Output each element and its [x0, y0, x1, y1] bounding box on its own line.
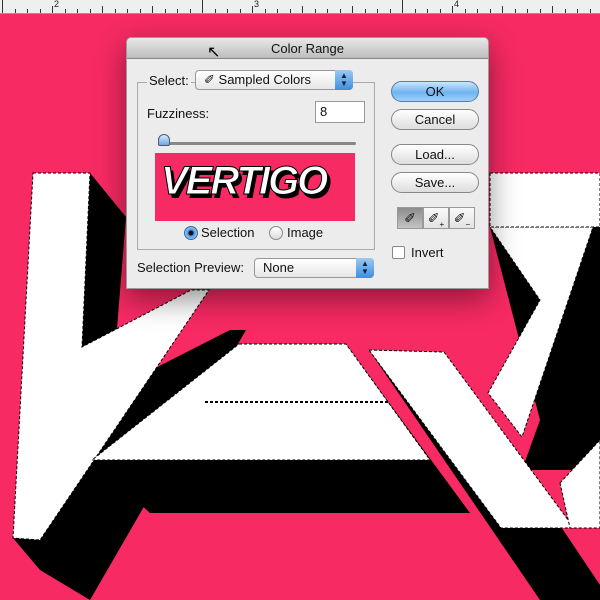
ruler-tick: [152, 6, 153, 13]
ruler-tick: [52, 6, 53, 13]
selection-preview-image: VERTIGO: [155, 153, 355, 221]
mouse-cursor-icon: ↖: [207, 44, 221, 61]
ruler-tick: [477, 9, 478, 13]
ruler-tick: [252, 6, 253, 13]
ruler-tick: [589, 9, 591, 13]
popup-arrows-icon: ▲ ▼: [335, 70, 353, 90]
fuzziness-slider-track[interactable]: [159, 142, 356, 145]
selection-preview-popup[interactable]: None ▲ ▼: [254, 258, 374, 278]
ruler-tick: [239, 9, 241, 13]
select-value: Sampled Colors: [218, 72, 312, 87]
eyedropper-icon: ✐: [204, 72, 215, 87]
ruler-tick: [189, 9, 191, 13]
ruler-tick: [89, 9, 91, 13]
add-to-sample-button[interactable]: ✐+: [423, 207, 449, 229]
ruler-tick: [314, 9, 316, 13]
ruler-tick: [2, 0, 3, 13]
radio-image[interactable]: [269, 226, 283, 240]
ruler-tick: [489, 9, 491, 13]
ruler-tick: [402, 0, 403, 13]
ok-button[interactable]: OK: [391, 81, 479, 102]
preview-artwork-text: VERTIGO: [160, 159, 328, 204]
subtract-from-sample-button[interactable]: ✐−: [449, 207, 475, 229]
fuzziness-input[interactable]: 8: [315, 101, 365, 123]
ruler-tick: [427, 9, 428, 13]
ruler-tick: [527, 9, 528, 13]
ruler-tick: [277, 9, 278, 13]
ruler-tick: [439, 9, 441, 13]
ruler-label: 2: [54, 0, 60, 9]
load-button[interactable]: Load...: [391, 144, 479, 165]
ruler-tick: [564, 9, 566, 13]
ruler-tick: [502, 6, 503, 13]
save-button[interactable]: Save...: [391, 172, 479, 193]
select-label: Select:: [147, 73, 191, 88]
ruler-label: 4: [454, 0, 460, 9]
eyedropper-plus-icon: ✐+: [427, 210, 445, 229]
ruler-tick: [139, 9, 141, 13]
dialog-title-bar[interactable]: Color Range: [127, 38, 488, 59]
ruler-tick: [302, 6, 303, 13]
cancel-button[interactable]: Cancel: [391, 109, 479, 130]
ruler-tick: [414, 9, 416, 13]
ruler-tick: [227, 9, 228, 13]
ruler-tick: [27, 9, 28, 13]
horizontal-ruler[interactable]: 2 3 4: [0, 0, 600, 14]
eyedropper-minus-icon: ✐−: [453, 210, 471, 229]
ruler-tick: [264, 9, 266, 13]
ruler-tick: [577, 9, 578, 13]
ruler-tick: [352, 6, 353, 13]
ruler-label: 3: [254, 0, 260, 9]
dialog-title: Color Range: [271, 41, 344, 56]
selection-preview-label: Selection Preview:: [137, 260, 244, 275]
color-range-dialog: Color Range Select: ✐ Sampled Colors ▲ ▼ …: [126, 37, 489, 289]
ruler-tick: [214, 9, 216, 13]
ruler-tick: [377, 9, 378, 13]
ruler-tick: [202, 0, 203, 13]
ruler-tick: [289, 9, 291, 13]
ruler-tick: [64, 9, 66, 13]
radio-selection-label[interactable]: Selection: [201, 225, 254, 240]
eyedropper-icon: ✐: [404, 210, 416, 226]
radio-selection[interactable]: [184, 226, 198, 240]
ruler-tick: [177, 9, 178, 13]
ruler-tick: [14, 9, 16, 13]
ruler-tick: [464, 9, 466, 13]
ruler-tick: [339, 9, 341, 13]
ruler-tick: [552, 6, 553, 13]
ruler-tick: [114, 9, 116, 13]
ruler-tick: [389, 9, 391, 13]
selection-preview-value: None: [263, 260, 295, 275]
invert-checkbox[interactable]: [392, 246, 405, 259]
ruler-tick: [539, 9, 541, 13]
fuzziness-label: Fuzziness:: [147, 106, 210, 121]
ruler-tick: [364, 9, 366, 13]
fuzziness-slider-thumb[interactable]: [158, 134, 170, 146]
invert-label[interactable]: Invert: [411, 245, 444, 260]
ruler-tick: [452, 6, 453, 13]
ruler-tick: [39, 9, 41, 13]
eyedropper-tool-button[interactable]: ✐: [397, 207, 423, 229]
ruler-tick: [514, 9, 516, 13]
ruler-tick: [77, 9, 78, 13]
ruler-tick: [127, 9, 128, 13]
ruler-tick: [327, 9, 328, 13]
radio-image-label[interactable]: Image: [287, 225, 323, 240]
ruler-tick: [102, 6, 103, 13]
select-popup[interactable]: ✐ Sampled Colors ▲ ▼: [195, 70, 353, 90]
popup-arrows-icon: ▲ ▼: [356, 258, 374, 278]
ruler-tick: [164, 9, 166, 13]
